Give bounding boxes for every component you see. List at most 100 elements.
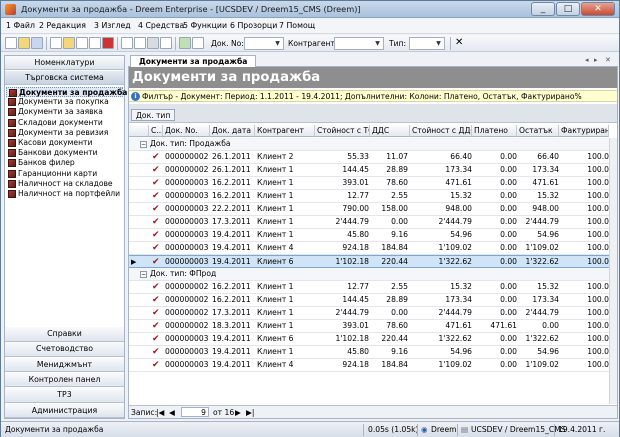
col-value-vat-header[interactable]: Стойност с ДДС — [410, 125, 472, 137]
open-folder-icon[interactable] — [18, 37, 30, 49]
nav-section-control-panel[interactable]: Контролен панел — [5, 372, 124, 388]
tab-next-icon[interactable]: ▸ — [594, 56, 598, 64]
table-row[interactable]: ✔ 0000000028 17.3.2011 Клиент 1 2'444.79 0.00… — [129, 307, 617, 320]
nav-tree-item[interactable]: Документи за ревизия — [6, 128, 123, 138]
preview-icon[interactable] — [76, 37, 88, 49]
tab-close-icon[interactable]: ✕ — [605, 56, 611, 64]
nav-tree-item[interactable]: Гаранционни карти — [6, 169, 123, 179]
collapse-icon[interactable]: − — [140, 271, 147, 278]
group-row[interactable]: − Док. тип: ФПрод — [129, 268, 617, 281]
folder-icon[interactable] — [63, 37, 75, 49]
maximize-button[interactable]: □ — [556, 2, 580, 16]
nav-section-reports[interactable]: Справки — [5, 327, 124, 342]
col-value-to-header[interactable]: Стойност с ТО — [315, 125, 370, 137]
nav-section-accounting[interactable]: Счетоводство — [5, 342, 124, 357]
table-row[interactable]: ✔ 0000000034 22.2.2011 Клиент 1 790.00 158.00… — [129, 203, 617, 216]
nav-tree-item[interactable]: Документи за покупка — [6, 97, 123, 107]
checkmark-icon[interactable]: ✔ — [152, 333, 162, 346]
nav-tree-item[interactable]: Касови документи — [6, 138, 123, 148]
chevron-down-icon[interactable]: ▼ — [434, 39, 443, 48]
nav-section-management[interactable]: Мениджмънт — [5, 357, 124, 373]
record-number-input[interactable]: 9 — [181, 407, 209, 417]
col-paid-header[interactable]: Платено — [472, 125, 517, 137]
checkmark-icon[interactable]: ✔ — [152, 346, 162, 359]
print-icon[interactable] — [121, 37, 133, 49]
checkmark-icon[interactable]: ✔ — [152, 203, 162, 216]
checkmark-icon[interactable]: ✔ — [152, 294, 162, 307]
checkmark-icon[interactable]: ✔ — [152, 242, 162, 255]
nav-section-nomenclatures[interactable]: Номенклатури — [5, 56, 124, 70]
checkmark-icon[interactable]: ✔ — [152, 177, 162, 190]
table-row[interactable]: ✔ 0000000027 16.2.2011 Клиент 1 12.77 2.55 15.… — [129, 281, 617, 294]
table-row[interactable]: ✔ 0000000032 19.4.2011 Клиент 4 924.18 184.84… — [129, 359, 617, 372]
type-field[interactable]: ▼ — [409, 37, 445, 50]
menu-functions[interactable]: 5 Функции — [183, 21, 227, 30]
checkmark-icon[interactable]: ✔ — [152, 359, 162, 372]
checkmark-icon[interactable]: ✔ — [152, 216, 162, 229]
export-icon[interactable] — [160, 37, 172, 49]
nav-tree-item[interactable]: Документи за продажба — [6, 87, 127, 98]
menu-help[interactable]: 7 Помощ — [279, 21, 315, 30]
nav-section-trz[interactable]: TP3 — [5, 388, 124, 403]
filter-bar[interactable]: i Филтър - Документ: Период: 1.1.2011 - … — [129, 90, 617, 102]
col-contragent-header[interactable]: Контрагент — [255, 125, 315, 137]
tab-prev-icon[interactable]: ◂ — [585, 56, 589, 64]
checkmark-icon[interactable]: ✔ — [152, 164, 162, 177]
table-row[interactable]: ✔ 0000000029 18.3.2011 Клиент 1 393.01 78.60 4… — [129, 320, 617, 333]
collapse-icon[interactable]: − — [140, 141, 147, 148]
checkmark-icon[interactable]: ✔ — [152, 151, 162, 164]
menu-view[interactable]: 3 Изглед — [94, 21, 131, 30]
col-vat-header[interactable]: ДДС — [370, 125, 410, 137]
menu-tools[interactable]: 4 Средства — [138, 21, 184, 30]
minimize-button[interactable]: _ — [531, 2, 555, 16]
checkmark-icon[interactable]: ✔ — [152, 307, 162, 320]
col-status-header[interactable]: С... — [149, 125, 163, 137]
next-record-icon[interactable]: ▶ — [235, 408, 241, 417]
refresh-icon[interactable] — [179, 37, 191, 49]
delete-icon[interactable] — [102, 37, 114, 49]
copy-icon[interactable] — [89, 37, 101, 49]
table-row[interactable]: ✔ 0000000028 26.1.2011 Клиент 2 55.33 11.07 66… — [129, 151, 617, 164]
nav-tree-item[interactable]: Складови документи — [6, 118, 123, 128]
contragent-field[interactable]: ▼ — [334, 37, 384, 50]
help-icon[interactable] — [192, 37, 204, 49]
table-row[interactable]: ✔ 0000000031 16.2.2011 Клиент 1 393.01 78.60 4… — [129, 177, 617, 190]
last-record-icon[interactable]: ▶| — [246, 408, 254, 417]
nav-tree-item[interactable]: Банкови документи — [6, 148, 123, 158]
col-doc-date-header[interactable]: Док. дата — [210, 125, 255, 137]
menu-edit[interactable]: 2 Редакция — [39, 21, 86, 30]
close-button[interactable]: ✕ — [581, 2, 615, 16]
nav-tree-item[interactable]: Наличност на портфейли — [6, 189, 123, 199]
first-record-icon[interactable]: |◀ — [156, 408, 164, 417]
save-icon[interactable] — [31, 37, 43, 49]
col-doc-no-header[interactable]: Док. No. — [163, 125, 210, 137]
table-row[interactable]: ✔ 0000000026 16.2.2011 Клиент 1 144.45 28.89 1… — [129, 294, 617, 307]
table-row[interactable]: ▶ ✔ 0000000035 19.4.2011 Клиент 6 1'102.18 220… — [129, 255, 617, 268]
table-row[interactable]: ✔ 0000000036 19.4.2011 Клиент 4 924.18 184.84… — [129, 242, 617, 255]
nav-tree-item[interactable]: Банков филер — [6, 158, 123, 168]
checkmark-icon[interactable]: ✔ — [152, 190, 162, 203]
nav-section-trade-system[interactable]: Търговска система — [5, 71, 124, 85]
table-row[interactable]: ✔ 0000000031 19.4.2011 Клиент 6 1'102.18 220.… — [129, 333, 617, 346]
edit-icon[interactable] — [50, 37, 62, 49]
vertical-scrollbar[interactable] — [609, 138, 617, 404]
chevron-down-icon[interactable]: ▼ — [373, 39, 382, 48]
menu-file[interactable]: 1 Файл — [6, 21, 35, 30]
clear-filter-icon[interactable]: ✕ — [455, 37, 463, 49]
table-row[interactable]: ✔ 0000000030 16.2.2011 Клиент 1 12.77 2.55 15.… — [129, 190, 617, 203]
print-preview-icon[interactable] — [134, 37, 146, 49]
tab-sales-documents[interactable]: Документи за продажба — [130, 55, 257, 67]
chevron-down-icon[interactable]: ▼ — [273, 39, 282, 48]
doc-no-field[interactable]: ▼ — [244, 37, 284, 50]
checkmark-icon[interactable]: ✔ — [152, 281, 162, 294]
calculator-icon[interactable] — [147, 37, 159, 49]
table-row[interactable]: ✔ 0000000033 19.4.2011 Клиент 1 45.80 9.16 54.… — [129, 229, 617, 242]
table-row[interactable]: ✔ 0000000029 26.1.2011 Клиент 1 144.45 28.89 1… — [129, 164, 617, 177]
nav-section-administration[interactable]: Администрация — [5, 403, 124, 419]
new-icon[interactable] — [5, 37, 17, 49]
table-row[interactable]: ✔ 0000000032 17.3.2011 Клиент 1 2'444.79 0.00… — [129, 216, 617, 229]
group-by-doc-type[interactable]: Док. тип — [131, 109, 176, 121]
checkmark-icon[interactable]: ✔ — [152, 229, 162, 242]
menu-windows[interactable]: 6 Прозорци — [230, 21, 277, 30]
col-invoiced-header[interactable]: Фактурирано% — [559, 125, 609, 137]
